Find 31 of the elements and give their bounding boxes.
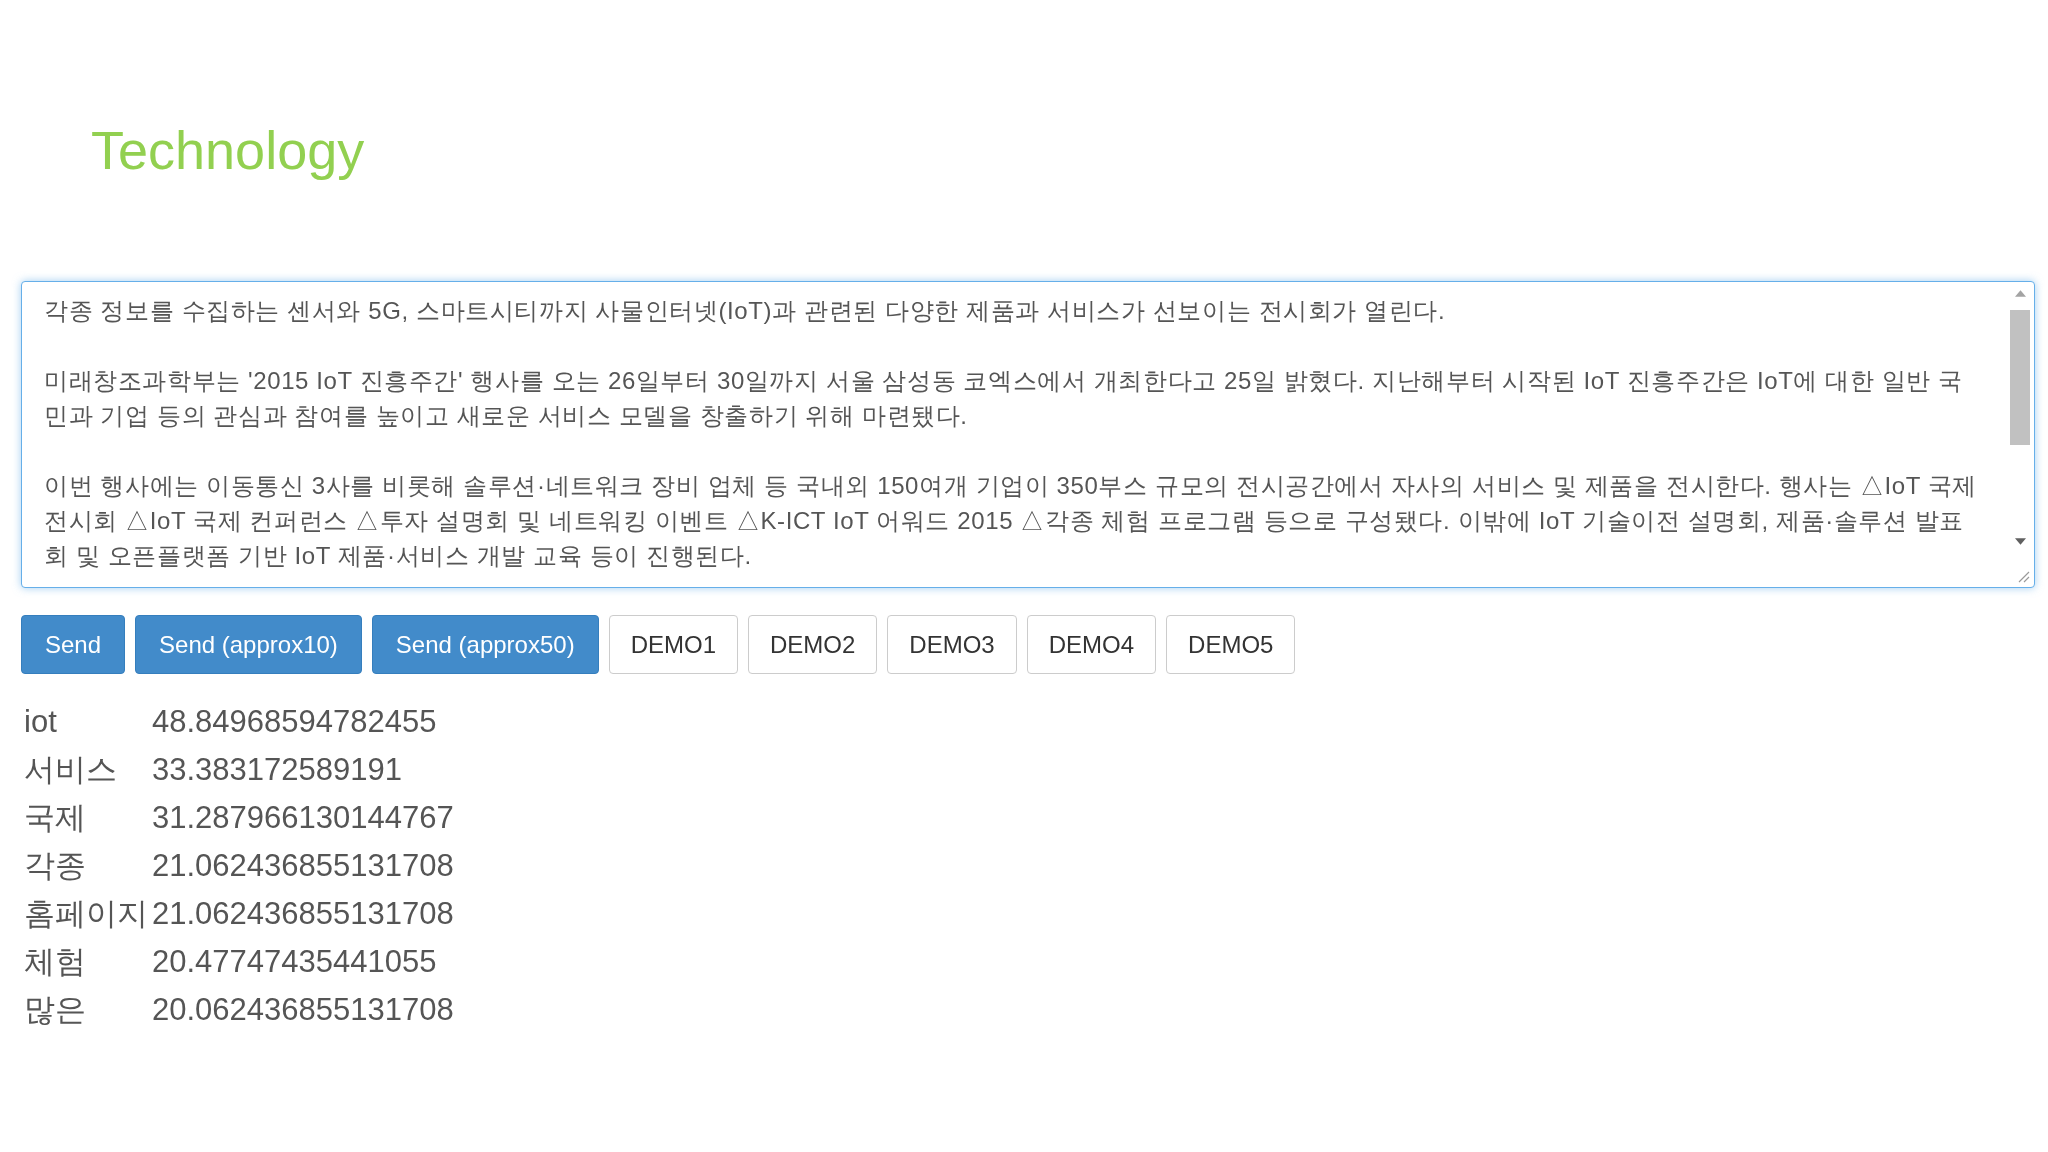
score-text: 20.062436855131708	[152, 991, 454, 1029]
keyword-text: 각종	[23, 847, 87, 885]
score-text: 31.287966130144767	[152, 799, 454, 837]
score-text: 21.062436855131708	[152, 847, 454, 885]
page-title: Technology	[91, 119, 365, 182]
score-text: 20.47747435441055	[152, 943, 438, 981]
send-button[interactable]: Send (approx50)	[371, 615, 599, 674]
demo-button[interactable]: DEMO1	[608, 615, 738, 674]
score-text: 21.062436855131708	[152, 895, 454, 933]
resize-grip-icon[interactable]	[2018, 571, 2030, 583]
send-button[interactable]: Send (approx10)	[135, 615, 362, 674]
text-input-area[interactable]	[21, 281, 2035, 588]
keyword-text: 체험	[23, 943, 87, 981]
keyword-text: 서비스	[23, 751, 118, 789]
demo-button[interactable]: DEMO5	[1166, 615, 1296, 674]
score-text: 48.84968594782455	[152, 703, 438, 741]
scrollbar-thumb[interactable]	[2010, 310, 2030, 445]
demo-button[interactable]: DEMO2	[748, 615, 878, 674]
score-text: 33.383172589191	[152, 751, 403, 789]
keyword-text: 많은	[23, 991, 87, 1029]
demo-button[interactable]: DEMO4	[1026, 615, 1157, 674]
paragraph: 이번 행사에는 이동통신 3사를 비롯해 솔루션·네트워크 장비 업체 등 국내외 150여개 기업이 350부스 규모의 전시공간에서 자사의 서비스 및 제품을 전시한다. 행사는 △IoT 국제 전시회 △IoT 국제 컨퍼런스 △투자 설명회 및 네트워킹 이벤트 △K-ICT IoT 어워드 2015 △각종 체험 프로그램 등으로 구성됐다. 이밖에 IoT 기술이전 설명회, 제품·솔루션 발표회 및 오픈플랫폼 기반 IoT 제품·서비스 개발 교육 등이 진행된다.	[44, 471, 1979, 571]
scroll-up-icon[interactable]	[2014, 290, 2026, 297]
paragraph: 각종 정보를 수집하는 센서와 5G, 스마트시티까지 사물인터넷(IoT)과 관련된 다양한 제품과 서비스가 선보이는 전시회가 열린다.	[44, 296, 1447, 326]
scroll-down-icon[interactable]	[2014, 538, 2026, 545]
paragraph: 미래창조과학부는 '2015 IoT 진흥주간' 행사를 오는 26일부터 30일까지 서울 삼성동 코엑스에서 개최한다고 25일 밝혔다. 지난해부터 시작된 IoT 진흥주간은 IoT에 대한 일반 국민과 기업 등의 관심과 참여를 높이고 새로운 서비스 모델을 창출하기 위해 마련됐다.	[44, 366, 1964, 431]
keyword-text: 국제	[23, 799, 87, 837]
keyword-text: 홈페이지	[23, 895, 148, 933]
send-button[interactable]: Send	[21, 615, 126, 674]
demo-button[interactable]: DEMO3	[887, 615, 1017, 674]
keyword-text: iot	[23, 703, 58, 741]
